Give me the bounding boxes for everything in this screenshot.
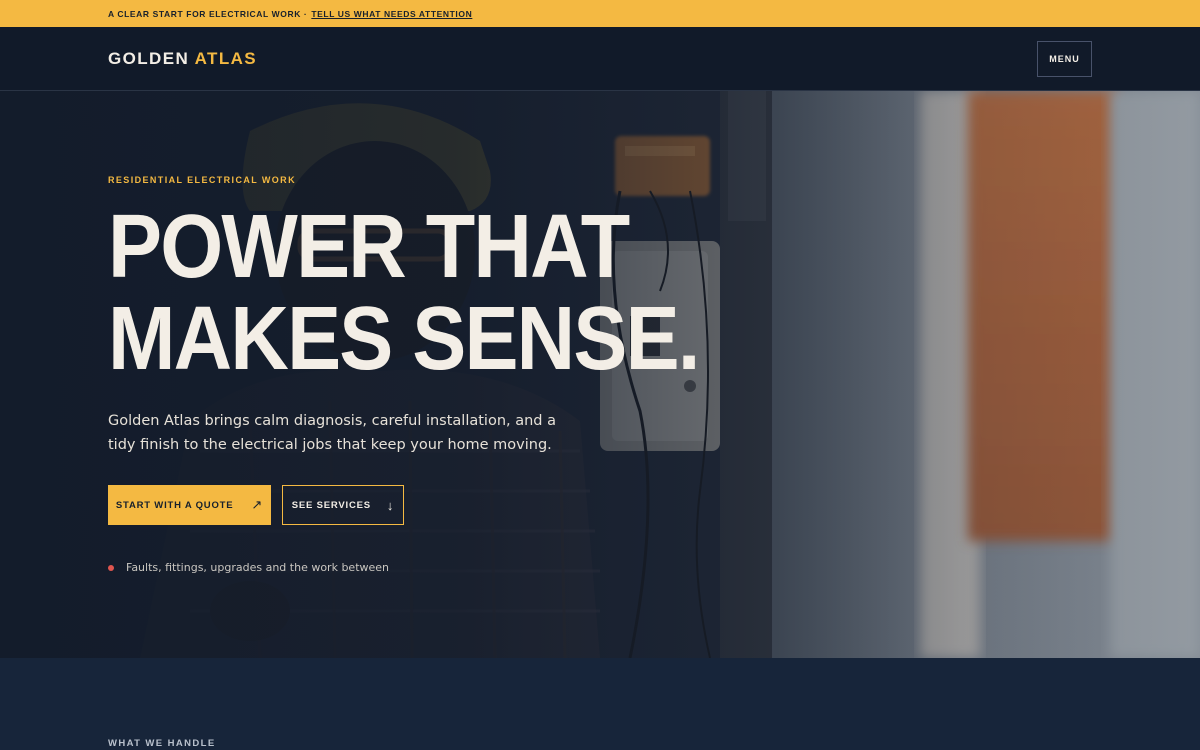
announcement-bar: A CLEAR START FOR ELECTRICAL WORK · TELL… — [0, 0, 1200, 27]
start-quote-button[interactable]: START WITH A QUOTE ↗ — [108, 485, 271, 525]
announcement-text: A CLEAR START FOR ELECTRICAL WORK · — [108, 8, 308, 19]
hero-tagline-text: Faults, fittings, upgrades and the work … — [126, 561, 390, 574]
hero-headline: POWER THAT MAKES SENSE. — [108, 197, 700, 389]
brand-logo[interactable]: GOLDEN ATLAS — [108, 49, 257, 69]
services-section: WHAT WE HANDLE — [0, 658, 1200, 750]
hero-tagline: Faults, fittings, upgrades and the work … — [108, 561, 389, 574]
section-label: WHAT WE HANDLE — [108, 738, 216, 749]
status-dot-icon — [108, 564, 114, 571]
hero-headline-line-2: MAKES SENSE. — [108, 289, 700, 389]
announcement-link[interactable]: TELL US WHAT NEEDS ATTENTION — [311, 9, 472, 19]
brand-name-second: ATLAS — [194, 48, 258, 68]
hero-eyebrow: RESIDENTIAL ELECTRICAL WORK — [108, 175, 296, 185]
menu-button[interactable]: MENU — [1037, 40, 1092, 77]
hero-headline-line-1: POWER THAT — [108, 197, 630, 297]
site-header: GOLDEN ATLAS MENU — [0, 27, 1200, 91]
brand-name-first: GOLDEN — [108, 48, 190, 68]
hero-description: Golden Atlas brings calm diagnosis, care… — [108, 413, 557, 453]
start-quote-label: START WITH A QUOTE — [115, 499, 234, 511]
arrow-up-right-icon: ↗ — [251, 497, 264, 512]
see-services-button[interactable]: SEE SERVICES ↓ — [282, 485, 404, 525]
hero-actions: START WITH A QUOTE ↗ SEE SERVICES ↓ — [108, 485, 404, 525]
see-services-label: SEE SERVICES — [291, 499, 371, 511]
arrow-down-icon: ↓ — [386, 497, 395, 513]
hero: RESIDENTIAL ELECTRICAL WORK POWER THAT M… — [0, 91, 1200, 658]
